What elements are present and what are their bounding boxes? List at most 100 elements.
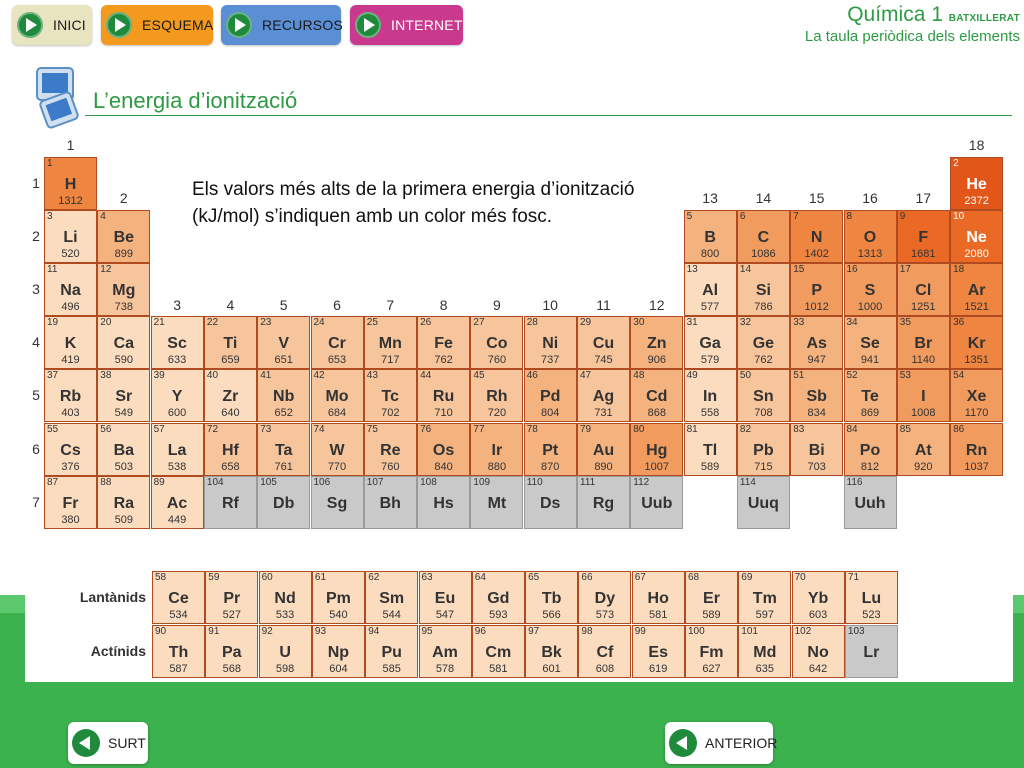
nav-esquema-button[interactable]: ESQUEMA	[101, 5, 213, 45]
element-cell-hg: 80 Hg 1007	[630, 422, 684, 476]
element-cell-sc: 21 Sc 633	[150, 316, 204, 370]
atomic-number: 95	[421, 625, 433, 637]
element-symbol: Be	[113, 229, 135, 247]
element-cell-ti: 22 Ti 659	[203, 316, 257, 370]
atomic-number: 26	[420, 317, 432, 329]
element-symbol: Po	[859, 441, 881, 459]
element-symbol: Zn	[647, 335, 667, 353]
element-symbol: Sm	[379, 590, 405, 607]
atomic-number: 52	[846, 370, 858, 382]
ionization-energy: 635	[755, 662, 774, 675]
previous-button[interactable]: ANTERIOR	[665, 722, 777, 764]
ionization-energy: 703	[807, 460, 826, 473]
ionization-energy: 804	[541, 407, 560, 420]
atomic-number: 60	[261, 572, 273, 583]
ionization-energy: 534	[169, 609, 188, 621]
atomic-number: 31	[686, 317, 698, 329]
element-cell-zr: 40 Zr 640	[203, 369, 257, 423]
ionization-energy: 380	[61, 513, 80, 526]
element-cell-mn: 25 Mn 717	[363, 316, 417, 370]
element-symbol: Mo	[325, 388, 349, 406]
element-cell-u: 92 U 598	[258, 624, 312, 678]
group-number: 14	[755, 190, 772, 206]
group-number: 16	[862, 190, 878, 206]
element-symbol: Sb	[806, 388, 827, 406]
element-cell-y: 39 Y 600	[150, 369, 204, 423]
atomic-number: 37	[47, 370, 59, 382]
element-symbol: Fe	[434, 335, 453, 353]
element-cell-f: 9 F 1681	[896, 210, 950, 264]
element-cell-uuh: 116 Uuh	[843, 475, 897, 529]
element-symbol: Y	[171, 388, 183, 406]
atomic-number: 18	[953, 264, 965, 276]
ionization-energy: 652	[274, 407, 293, 420]
element-cell-h: 1 H 1312	[44, 157, 97, 210]
ionization-energy: 1008	[911, 407, 936, 420]
atomic-number: 64	[474, 572, 486, 583]
element-symbol: Pu	[381, 643, 402, 661]
ionization-energy: 590	[114, 354, 133, 367]
element-symbol: Cl	[915, 282, 932, 300]
atomic-number: 6	[739, 211, 746, 223]
ionization-energy: 581	[649, 609, 668, 621]
ionization-energy: 840	[434, 460, 453, 473]
element-cell-pb: 82 Pb 715	[736, 422, 790, 476]
element-cell-pr: 59 Pr 527	[205, 571, 259, 624]
atomic-number: 55	[47, 423, 59, 435]
atomic-number: 66	[581, 572, 593, 583]
nav-recursos-button[interactable]: RECURSOS	[221, 5, 343, 45]
element-symbol: Pb	[753, 441, 774, 459]
element-cell-ag: 47 Ag 731	[577, 369, 630, 423]
element-cell-nd: 60 Nd 533	[258, 571, 312, 624]
element-cell-os: 76 Os 840	[417, 422, 471, 476]
ionization-energy: 1000	[857, 301, 883, 314]
atomic-number: 1	[47, 158, 53, 169]
element-cell-au: 79 Au 890	[577, 422, 630, 476]
atomic-number: 8	[846, 211, 853, 223]
element-cell-ds: 110 Ds	[523, 475, 577, 529]
element-symbol: As	[806, 335, 827, 353]
element-cell-i: 53 I 1008	[896, 369, 950, 423]
element-cell-na: 11 Na 496	[44, 263, 97, 317]
element-cell-p: 15 P 1012	[790, 263, 844, 317]
atomic-number: 28	[526, 317, 538, 329]
element-cell-pu: 94 Pu 585	[365, 624, 419, 678]
arrow-left-icon	[72, 729, 100, 757]
ionization-energy: 568	[222, 662, 241, 675]
element-cell-ru: 44 Ru 710	[417, 369, 471, 423]
element-cell-lu: 71 Lu 523	[844, 571, 898, 624]
element-symbol: Ba	[113, 441, 135, 459]
ionization-energy: 376	[61, 460, 80, 473]
element-cell-db: 105 Db	[257, 475, 311, 529]
atomic-number: 58	[155, 572, 167, 583]
nav-internet-button[interactable]: INTERNET	[350, 5, 463, 45]
ionization-energy: 745	[594, 354, 613, 367]
ionization-energy: 601	[542, 662, 561, 675]
ionization-energy: 581	[489, 662, 508, 675]
atomic-number: 111	[580, 476, 596, 488]
element-symbol: Uuq	[747, 494, 779, 512]
ionization-energy: 920	[914, 460, 933, 473]
atomic-number: 101	[741, 625, 758, 637]
element-cell-te: 52 Te 869	[843, 369, 897, 423]
atomic-number: 104	[206, 476, 224, 488]
atomic-number: 107	[366, 476, 384, 488]
atomic-number: 63	[421, 572, 433, 583]
element-cell-tb: 65 Tb 566	[525, 571, 579, 624]
atomic-number: 97	[528, 625, 540, 637]
atomic-number: 19	[47, 317, 59, 329]
element-cell-tm: 69 Tm 597	[738, 571, 792, 624]
exit-button[interactable]: SURT	[68, 722, 148, 764]
play-icon	[355, 12, 381, 38]
nav-inici-button[interactable]: INICI	[12, 5, 92, 45]
ionization-energy: 702	[381, 407, 400, 420]
ionization-energy: 540	[329, 609, 348, 621]
element-cell-pd: 46 Pd 804	[523, 369, 577, 423]
element-cell-c: 6 C 1086	[736, 210, 790, 264]
atomic-number: 99	[634, 625, 646, 637]
ionization-energy: 653	[327, 354, 347, 367]
atomic-number: 71	[847, 572, 860, 583]
atomic-number: 61	[314, 572, 327, 583]
element-cell-cd: 48 Cd 868	[630, 369, 684, 423]
ionization-energy: 520	[61, 248, 80, 261]
